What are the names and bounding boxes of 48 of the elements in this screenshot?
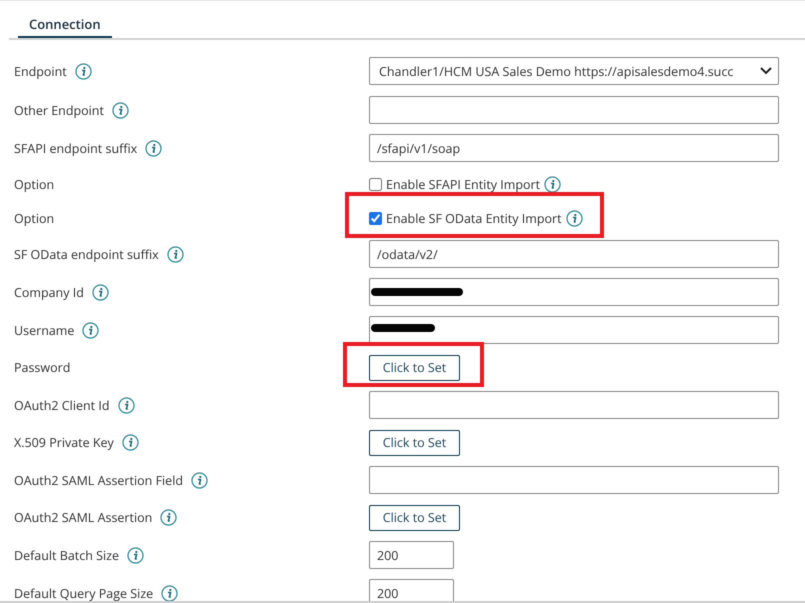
set-button[interactable]: Click to Set	[369, 504, 460, 530]
checkbox[interactable]	[369, 212, 382, 224]
info-icon[interactable]	[122, 434, 139, 451]
option-label: Enable SFAPI Entity Import	[386, 176, 540, 192]
set-button[interactable]: Click to Set	[369, 354, 460, 380]
option-label: Enable SF OData Entity Import	[386, 210, 562, 226]
info-icon[interactable]	[145, 140, 162, 156]
info-icon[interactable]	[544, 176, 562, 192]
info-icon[interactable]	[74, 62, 92, 80]
input-field[interactable]	[369, 391, 779, 419]
field-label: Username	[14, 322, 74, 338]
field-label: Default Batch Size	[14, 546, 120, 564]
field-label: Password	[14, 359, 70, 376]
field-label: Other Endpoint	[14, 102, 104, 118]
input-field[interactable]	[369, 278, 779, 306]
field-label: Endpoint	[14, 62, 67, 80]
set-button[interactable]: Click to Set	[369, 430, 460, 456]
field-label: Option	[14, 176, 54, 192]
input-field[interactable]: 200	[369, 579, 454, 601]
field-label: Option	[14, 210, 54, 226]
field-label: OAuth2 Client Id	[14, 396, 110, 414]
checkbox[interactable]	[369, 178, 382, 190]
input-field[interactable]: 200	[369, 541, 454, 569]
info-icon[interactable]	[112, 102, 129, 118]
info-icon[interactable]	[566, 210, 583, 226]
input-field[interactable]: /sfapi/v1/soap	[369, 134, 779, 162]
field-label: X.509 Private Key	[14, 434, 114, 451]
input-field[interactable]	[369, 316, 779, 344]
endpoint-dropdown[interactable]: Chandler1/HCM USA Sales Demo https://apisalesdemo4.succ	[369, 57, 779, 85]
field-label: OAuth2 SAML Assertion Field	[14, 472, 184, 488]
info-icon[interactable]	[127, 546, 144, 564]
info-icon[interactable]	[82, 322, 100, 338]
field-label: SF OData endpoint suffix	[14, 246, 159, 262]
field-label: Default Query Page Size	[14, 584, 154, 601]
field-label: Company Id	[14, 284, 84, 300]
info-icon[interactable]	[191, 472, 208, 488]
info-icon[interactable]	[92, 284, 109, 300]
info-icon[interactable]	[160, 509, 178, 526]
input-field[interactable]: /odata/v2/	[369, 240, 779, 268]
field-label: SFAPI endpoint suffix	[14, 140, 138, 156]
field-label: OAuth2 SAML Assertion	[14, 509, 152, 526]
chevron-down-icon	[760, 67, 772, 75]
input-field[interactable]	[369, 96, 779, 124]
input-field[interactable]	[369, 466, 779, 494]
info-icon[interactable]	[166, 246, 184, 262]
info-icon[interactable]	[118, 396, 135, 414]
info-icon[interactable]	[161, 584, 178, 601]
tab[interactable]: Connection	[18, 5, 112, 38]
